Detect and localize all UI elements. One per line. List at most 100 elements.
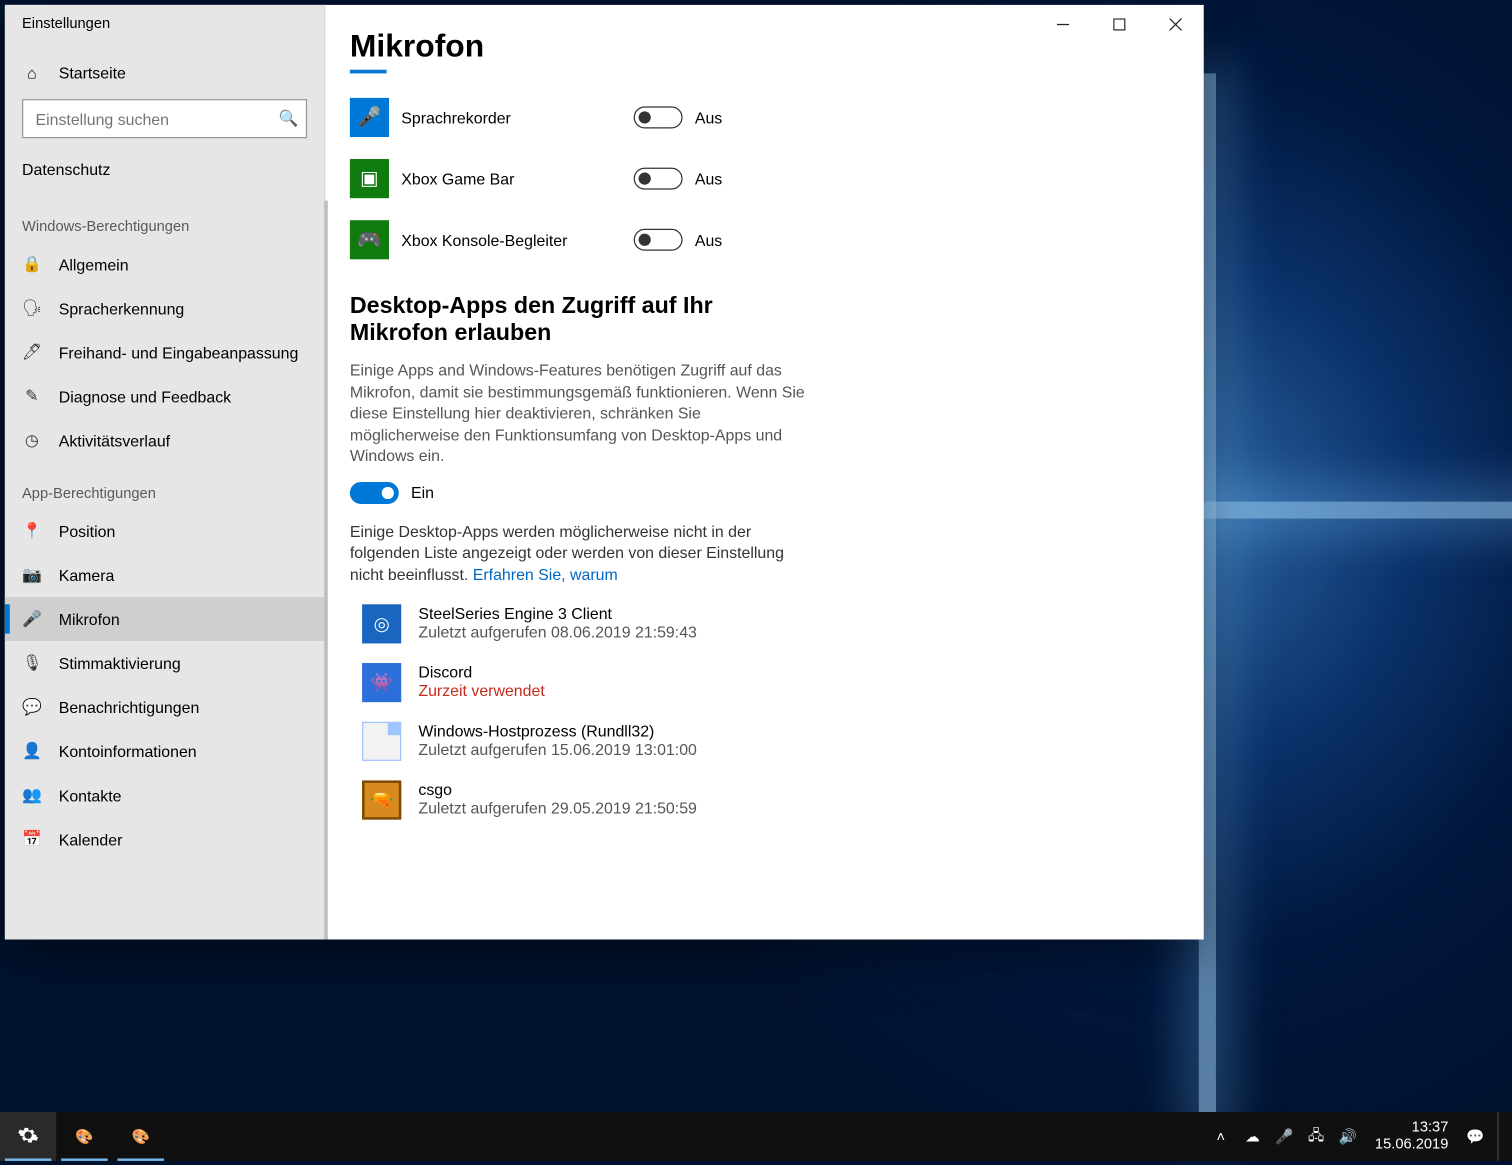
toggle-desktop-apps-master[interactable]: [350, 482, 399, 504]
maximize-button[interactable]: [1091, 5, 1147, 44]
sidebar-item-label: Freihand- und Eingabeanpassung: [59, 343, 299, 361]
sidebar-group-windows-perms: Windows-Berechtigungen: [5, 196, 324, 242]
title-accent: [350, 70, 387, 74]
toggle-state: Ein: [411, 483, 434, 501]
taskbar-settings[interactable]: [0, 1112, 56, 1161]
app-label: Sprachrekorder: [401, 108, 633, 126]
sidebar-item-label: Kontoinformationen: [59, 742, 197, 760]
paint-icon: 🎨: [132, 1128, 150, 1145]
history-icon: ◷: [22, 431, 42, 451]
notifications-icon: 💬: [22, 697, 42, 717]
xbox-companion-icon: 🎮: [350, 220, 389, 259]
paint-icon: 🎨: [75, 1128, 93, 1145]
settings-window: Einstellungen ⌂ Startseite 🔍 Datenschutz…: [5, 5, 1204, 940]
voice-activation-icon: 🎙: [22, 653, 42, 673]
sidebar-item-konto[interactable]: 👤 Kontoinformationen: [5, 729, 324, 773]
settings-search[interactable]: 🔍: [22, 99, 307, 138]
contacts-icon: 👥: [22, 785, 42, 805]
toggle-sprachrekorder[interactable]: [634, 106, 683, 128]
steelseries-icon: ◎: [362, 605, 401, 644]
sidebar-item-kontakte[interactable]: 👥 Kontakte: [5, 773, 324, 817]
sidebar-item-label: Kontakte: [59, 786, 122, 804]
desktop-app-name: csgo: [418, 781, 697, 799]
sidebar-item-label: Allgemein: [59, 255, 129, 273]
xbox-gamebar-icon: ▣: [350, 159, 389, 198]
sidebar-item-label: Kalender: [59, 830, 123, 848]
app-row-sprachrekorder: 🎤 Sprachrekorder Aus: [350, 98, 1155, 137]
sidebar-item-stimmaktivierung[interactable]: 🎙 Stimmaktivierung: [5, 641, 324, 685]
learn-more-link[interactable]: Erfahren Sie, warum: [473, 565, 618, 583]
sidebar-item-label: Kamera: [59, 566, 115, 584]
sidebar-item-aktivitaet[interactable]: ◷ Aktivitätsverlauf: [5, 418, 324, 462]
voice-recorder-icon: 🎤: [350, 98, 389, 137]
sidebar-home[interactable]: ⌂ Startseite: [5, 54, 324, 99]
sidebar-item-kalender[interactable]: 📅 Kalender: [5, 817, 324, 861]
sidebar-item-spracherkennung[interactable]: 🗣 Spracherkennung: [5, 286, 324, 330]
desktop-app-name: Windows-Hostprozess (Rundll32): [418, 722, 697, 740]
desktop-app-status: Zuletzt aufgerufen 29.05.2019 21:50:59: [418, 799, 697, 817]
app-row-xbox-gamebar: ▣ Xbox Game Bar Aus: [350, 159, 1155, 198]
desktop-apps-description: Einige Apps and Windows-Features benötig…: [350, 360, 815, 467]
sidebar-item-diagnose[interactable]: ✎ Diagnose und Feedback: [5, 374, 324, 418]
window-title: Einstellungen: [5, 5, 324, 54]
taskbar: 🎨 🎨 ˄ ☁ 🎤 🖧 🔊 13:37 15.06.2019 💬: [0, 1112, 1512, 1161]
speech-icon: 🗣: [22, 298, 42, 318]
desktop-app-row: Windows-Hostprozess (Rundll32) Zuletzt a…: [350, 722, 1155, 761]
taskbar-paint-1[interactable]: 🎨: [56, 1112, 112, 1161]
desktop-app-row: 👾 Discord Zurzeit verwendet: [350, 663, 1155, 702]
sidebar-category[interactable]: Datenschutz: [5, 150, 324, 195]
sidebar-item-kamera[interactable]: 📷 Kamera: [5, 553, 324, 597]
settings-main: Mikrofon 🎤 Sprachrekorder Aus ▣ Xbox Gam…: [325, 5, 1203, 940]
toggle-xbox-gamebar[interactable]: [634, 168, 683, 190]
app-label: Xbox Game Bar: [401, 169, 633, 187]
toggle-xbox-companion[interactable]: [634, 229, 683, 251]
search-input[interactable]: [35, 109, 278, 127]
sidebar-item-mikrofon[interactable]: 🎤 Mikrofon: [5, 597, 324, 641]
sidebar-item-position[interactable]: 📍 Position: [5, 509, 324, 553]
sidebar-scrollbar[interactable]: [324, 201, 328, 940]
microphone-icon: 🎤: [22, 609, 42, 629]
calendar-icon: 📅: [22, 829, 42, 849]
desktop-app-name: Discord: [418, 663, 544, 681]
sidebar-item-label: Aktivitätsverlauf: [59, 431, 170, 449]
taskbar-clock[interactable]: 13:37 15.06.2019: [1370, 1120, 1453, 1154]
search-icon: 🔍: [279, 109, 299, 129]
gear-icon: [17, 1124, 39, 1150]
sidebar-item-label: Position: [59, 522, 116, 540]
desktop-app-status: Zuletzt aufgerufen 08.06.2019 21:59:43: [418, 623, 697, 641]
taskbar-paint-2[interactable]: 🎨: [113, 1112, 169, 1161]
toggle-state: Aus: [695, 169, 722, 187]
clock-time: 13:37: [1375, 1120, 1448, 1137]
close-button[interactable]: [1147, 5, 1203, 44]
toggle-state: Aus: [695, 108, 722, 126]
clock-date: 15.06.2019: [1375, 1136, 1448, 1153]
feedback-icon: ✎: [22, 387, 42, 407]
sidebar-item-label: Mikrofon: [59, 610, 120, 628]
desktop-app-status: Zurzeit verwendet: [418, 682, 544, 700]
location-icon: 📍: [22, 521, 42, 541]
tray-microphone-icon[interactable]: 🎤: [1275, 1127, 1295, 1147]
inking-icon: 🖊: [22, 343, 42, 363]
discord-icon: 👾: [362, 663, 401, 702]
sidebar-item-label: Spracherkennung: [59, 299, 185, 317]
sidebar-item-benachrichtigungen[interactable]: 💬 Benachrichtigungen: [5, 685, 324, 729]
sidebar-item-freihand[interactable]: 🖊 Freihand- und Eingabeanpassung: [5, 330, 324, 374]
show-desktop-button[interactable]: [1497, 1112, 1504, 1161]
app-row-xbox-companion: 🎮 Xbox Konsole-Begleiter Aus: [350, 220, 1155, 259]
minimize-button[interactable]: [1035, 5, 1091, 44]
sidebar-home-label: Startseite: [59, 64, 126, 82]
tray-network-icon[interactable]: 🖧: [1306, 1127, 1326, 1147]
sidebar-group-app-perms: App-Berechtigungen: [5, 462, 324, 508]
sidebar-item-allgemein[interactable]: 🔒 Allgemein: [5, 242, 324, 286]
desktop-apps-heading: Desktop-Apps den Zugriff auf Ihr Mikrofo…: [350, 294, 790, 348]
tray-action-center-icon[interactable]: 💬: [1466, 1127, 1486, 1147]
account-info-icon: 👤: [22, 741, 42, 761]
tray-onedrive-icon[interactable]: ☁: [1243, 1127, 1263, 1147]
tray-chevron-icon[interactable]: ˄: [1211, 1127, 1231, 1147]
desktop-app-status: Zuletzt aufgerufen 15.06.2019 13:01:00: [418, 741, 697, 759]
desktop-apps-note: Einige Desktop-Apps werden möglicherweis…: [350, 521, 815, 585]
rundll32-icon: [362, 722, 401, 761]
tray-volume-icon[interactable]: 🔊: [1338, 1127, 1358, 1147]
lock-icon: 🔒: [22, 254, 42, 274]
toggle-state: Aus: [695, 231, 722, 249]
